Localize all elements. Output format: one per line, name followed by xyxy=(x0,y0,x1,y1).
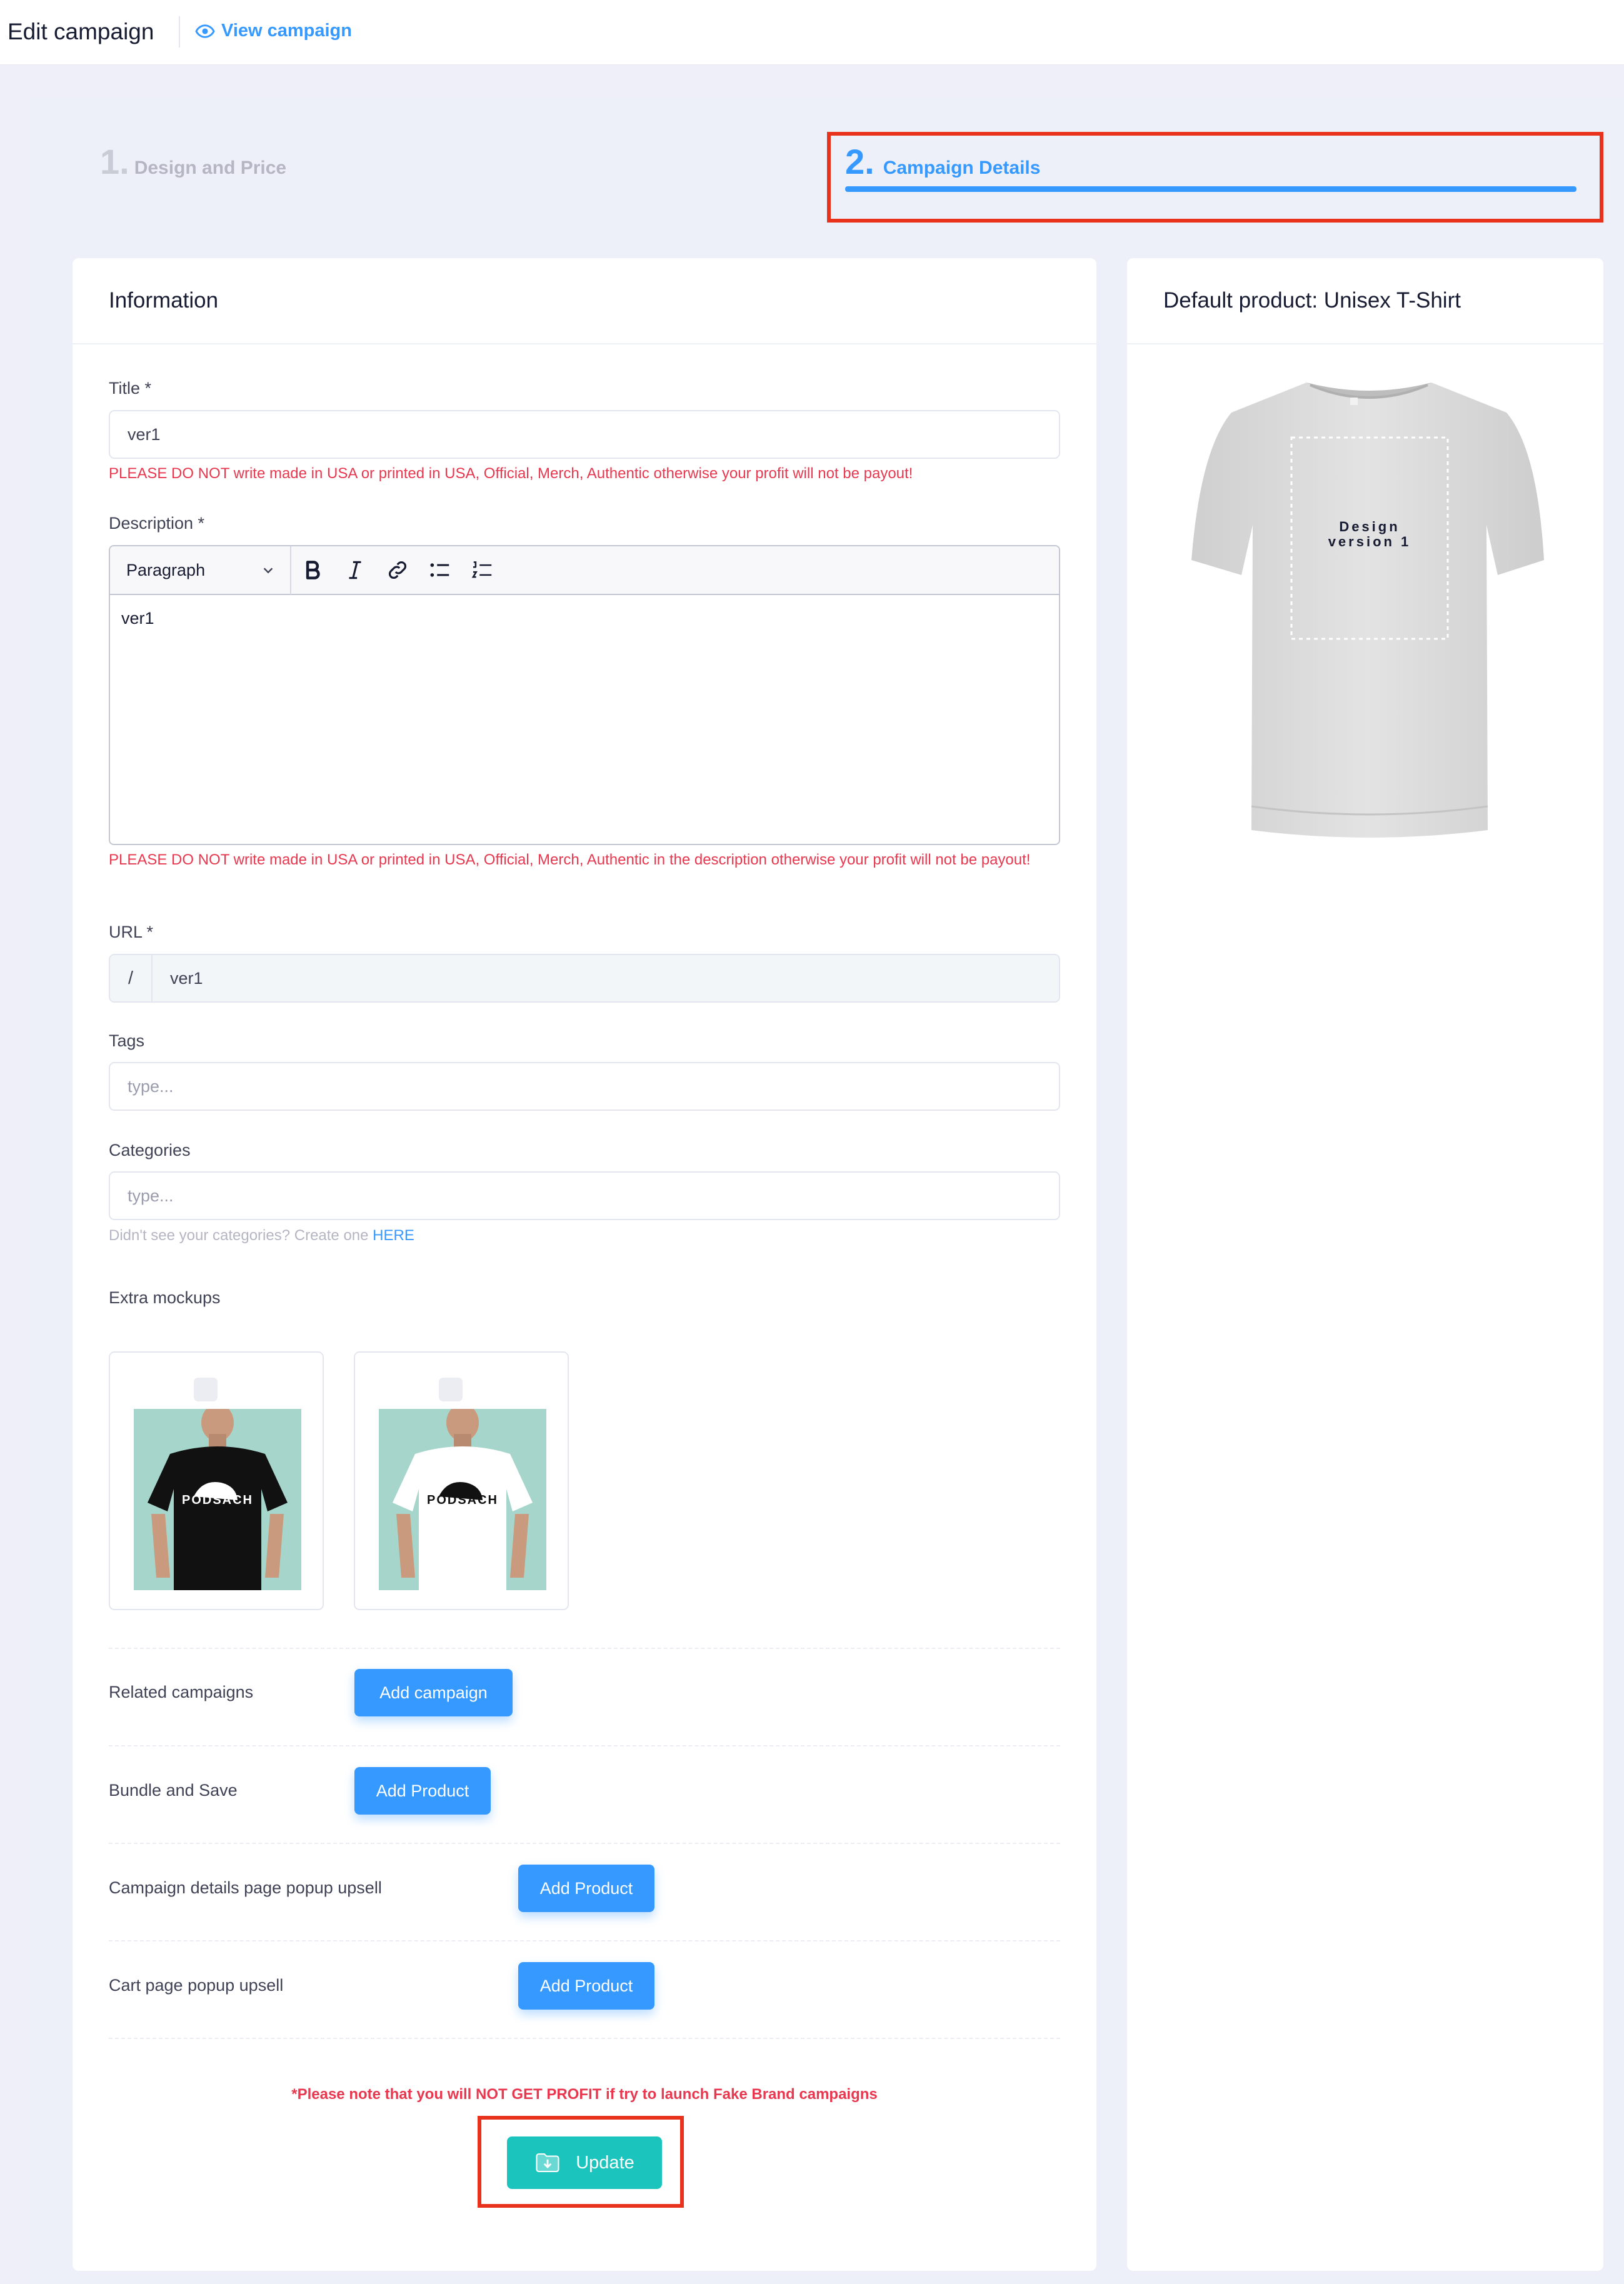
tshirt-preview: Design version 1 xyxy=(1181,375,1556,843)
mockup-print-text: PODSACH xyxy=(182,1493,253,1507)
chevron-down-icon xyxy=(263,568,273,574)
mockup-checkbox[interactable] xyxy=(439,1378,463,1401)
tags-label: Tags xyxy=(109,1031,145,1050)
mockup-checkbox[interactable] xyxy=(194,1378,218,1401)
block-format-value: Paragraph xyxy=(126,560,206,579)
design-text-line: Design xyxy=(1339,519,1400,534)
divider xyxy=(109,1843,1060,1844)
title-warning: PLEASE DO NOT write made in USA or print… xyxy=(109,465,913,482)
divider xyxy=(109,2038,1060,2039)
italic-icon xyxy=(349,561,361,579)
design-text-line: version 1 xyxy=(1328,534,1411,549)
add-cart-upsell-product-button[interactable]: Add Product xyxy=(518,1962,654,2010)
numbered-list-icon xyxy=(471,561,492,578)
step-label: Design and Price xyxy=(134,158,287,178)
divider xyxy=(109,1940,1060,1941)
create-category-link[interactable]: HERE xyxy=(373,1227,414,1244)
categories-label: Categories xyxy=(109,1141,191,1160)
bundle-and-save-label: Bundle and Save xyxy=(109,1781,238,1800)
add-details-upsell-product-button[interactable]: Add Product xyxy=(518,1865,654,1912)
title-input[interactable]: ver1 xyxy=(109,410,1060,459)
title-label: Title * xyxy=(109,379,152,398)
mockup-card[interactable]: PODSACH xyxy=(109,1351,324,1610)
bullet-list-button[interactable] xyxy=(419,546,461,594)
link-icon xyxy=(389,561,406,579)
url-label: URL * xyxy=(109,923,154,941)
categories-hint-text: Didn't see your categories? Create one xyxy=(109,1227,369,1244)
product-card-title: Default product: Unisex T-Shirt xyxy=(1127,258,1603,344)
block-format-select[interactable]: Paragraph xyxy=(110,546,291,594)
cart-popup-upsell-label: Cart page popup upsell xyxy=(109,1976,284,1995)
tags-placeholder: type... xyxy=(128,1076,174,1096)
mockup-image: PODSACH xyxy=(134,1409,301,1590)
add-campaign-button[interactable]: Add campaign xyxy=(354,1669,513,1716)
view-campaign-link[interactable]: View campaign xyxy=(195,21,352,41)
eye-icon xyxy=(195,24,215,38)
numbered-list-button[interactable] xyxy=(461,546,504,594)
divider xyxy=(109,1745,1060,1746)
page-title: Edit campaign xyxy=(8,19,154,44)
related-campaigns-label: Related campaigns xyxy=(109,1683,254,1701)
highlight-box xyxy=(827,132,1603,223)
card-title: Information xyxy=(73,258,1096,344)
bold-button[interactable] xyxy=(291,546,334,594)
step-number: 1. xyxy=(100,142,129,181)
italic-button[interactable] xyxy=(334,546,376,594)
mockup-print-text: PODSACH xyxy=(427,1493,498,1507)
categories-hint: Didn't see your categories? Create one H… xyxy=(109,1227,414,1245)
divider xyxy=(109,1648,1060,1649)
url-prefix: / xyxy=(110,955,153,1001)
view-campaign-label: View campaign xyxy=(221,21,352,41)
add-bundle-product-button[interactable]: Add Product xyxy=(354,1767,491,1815)
extra-mockups-label: Extra mockups xyxy=(109,1288,221,1307)
mockup-image: PODSACH xyxy=(379,1409,546,1590)
categories-input[interactable]: type... xyxy=(109,1171,1060,1220)
bold-icon xyxy=(306,561,320,579)
header-divider xyxy=(179,16,180,48)
step-design-and-price[interactable]: 1. Design and Price xyxy=(100,141,286,182)
highlight-box xyxy=(478,2116,684,2208)
editor-toolbar: Paragraph xyxy=(110,546,1059,595)
link-button[interactable] xyxy=(376,546,419,594)
url-input-group: / ver1 xyxy=(109,954,1060,1003)
description-editor: Paragraph ver1 xyxy=(109,545,1060,845)
description-warning: PLEASE DO NOT write made in USA or print… xyxy=(109,851,1031,868)
fake-brand-notice: *Please note that you will NOT GET PROFI… xyxy=(291,2086,878,2103)
url-input[interactable]: ver1 xyxy=(153,955,203,1001)
tags-input[interactable]: type... xyxy=(109,1062,1060,1111)
bullet-list-icon xyxy=(430,563,449,577)
mockup-card[interactable]: PODSACH xyxy=(354,1351,569,1610)
categories-placeholder: type... xyxy=(128,1186,174,1205)
top-bar: Edit campaign View campaign xyxy=(0,0,1624,65)
description-label: Description * xyxy=(109,514,205,533)
details-popup-upsell-label: Campaign details page popup upsell xyxy=(109,1878,382,1897)
editor-content[interactable]: ver1 xyxy=(110,595,1059,642)
